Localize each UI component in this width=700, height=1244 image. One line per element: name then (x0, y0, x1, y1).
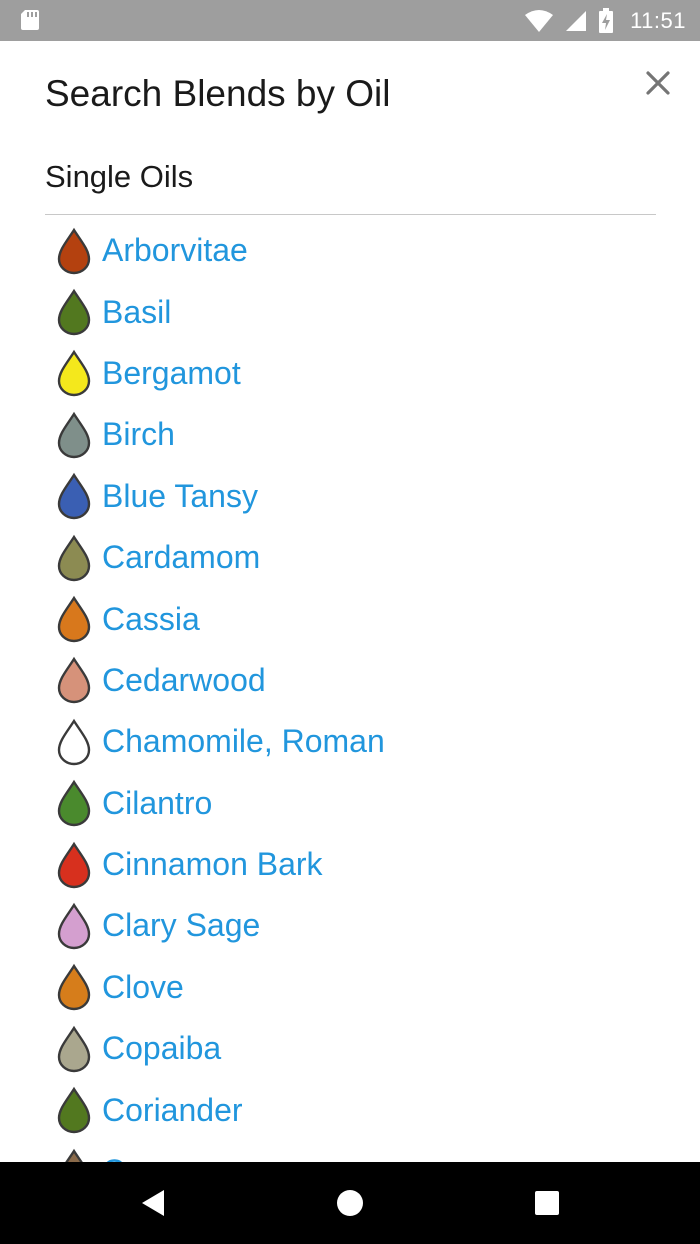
oil-drop-icon (57, 1025, 91, 1072)
oil-list: Arborvitae Basil Bergamot Birch Blue Tansy Ca… (56, 220, 385, 1162)
recents-icon (535, 1191, 559, 1215)
oil-drop-icon (57, 473, 91, 520)
oil-drop-icon (64, 1148, 84, 1162)
list-item[interactable]: Bergamot (56, 343, 385, 404)
recents-button[interactable] (527, 1183, 567, 1223)
oil-link[interactable]: Bergamot (102, 355, 241, 392)
divider (45, 214, 656, 215)
list-item[interactable]: Basil (56, 281, 385, 342)
list-item[interactable]: Chamomile, Roman (56, 711, 385, 772)
oil-drop-icon (57, 657, 91, 704)
oil-link[interactable]: Basil (102, 294, 171, 331)
list-item[interactable]: Copaiba (56, 1018, 385, 1079)
oil-drop-icon (57, 964, 91, 1011)
home-icon (337, 1190, 363, 1216)
oil-drop-icon (57, 288, 91, 336)
list-item[interactable]: Cassia (56, 588, 385, 649)
oil-link[interactable]: Chamomile, Roman (102, 723, 385, 760)
status-bar: 11:51 (0, 0, 700, 41)
oil-drop-icon (57, 534, 91, 581)
close-button[interactable] (636, 61, 680, 105)
oil-link[interactable]: Birch (102, 416, 175, 453)
page-title: Search Blends by Oil (45, 73, 391, 114)
list-item[interactable]: Birch (56, 404, 385, 465)
list-item[interactable]: Coriander (56, 1079, 385, 1140)
list-item[interactable]: Cardamom (56, 527, 385, 588)
oil-link[interactable]: Cypress (102, 1153, 219, 1162)
oil-link[interactable]: Cassia (102, 601, 200, 638)
sd-card-icon (21, 10, 39, 30)
back-icon (142, 1190, 164, 1216)
list-item[interactable]: Cinnamon Bark (56, 834, 385, 895)
home-button[interactable] (330, 1183, 370, 1223)
oil-drop-icon (57, 350, 91, 397)
close-icon (646, 71, 670, 95)
list-item[interactable]: Arborvitae (56, 220, 385, 281)
list-item[interactable]: Clove (56, 957, 385, 1018)
oil-drop-icon (57, 411, 91, 458)
list-item[interactable]: Cypress (56, 1141, 385, 1162)
oil-link[interactable]: Cinnamon Bark (102, 846, 323, 883)
navigation-bar (0, 1162, 700, 1244)
battery-charging-icon (599, 7, 614, 33)
list-item[interactable]: Cilantro (56, 773, 385, 834)
list-item[interactable]: Cedarwood (56, 650, 385, 711)
oil-link[interactable]: Copaiba (102, 1030, 221, 1067)
status-time: 11:51 (630, 7, 686, 33)
section-heading: Single Oils (45, 159, 194, 194)
oil-search-dialog: Search Blends by Oil Single Oils Arborvi… (0, 41, 700, 1162)
oil-link[interactable]: Cilantro (102, 785, 212, 822)
oil-link[interactable]: Cardamom (102, 539, 260, 576)
oil-drop-icon (57, 1086, 91, 1134)
oil-drop-icon (57, 227, 91, 274)
list-item[interactable]: Clary Sage (56, 895, 385, 956)
oil-drop-icon (57, 595, 91, 643)
cell-signal-icon (566, 10, 587, 31)
oil-link[interactable]: Coriander (102, 1092, 243, 1129)
oil-drop-icon (57, 718, 91, 765)
oil-link[interactable]: Clary Sage (102, 907, 260, 944)
oil-link[interactable]: Clove (102, 969, 184, 1006)
oil-link[interactable]: Blue Tansy (102, 478, 258, 515)
oil-drop-icon (57, 779, 91, 827)
oil-drop-icon (57, 841, 91, 888)
oil-link[interactable]: Arborvitae (102, 232, 248, 269)
oil-link[interactable]: Cedarwood (102, 662, 266, 699)
list-item[interactable]: Blue Tansy (56, 466, 385, 527)
oil-drop-icon (57, 902, 91, 950)
back-button[interactable] (133, 1183, 173, 1223)
wifi-icon (525, 9, 554, 32)
